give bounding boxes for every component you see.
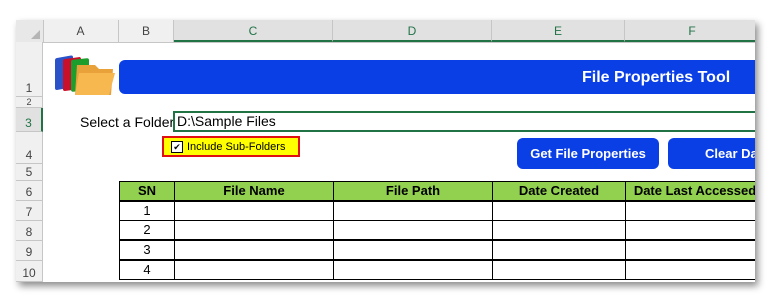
row-header-3[interactable]: 3 [16, 108, 43, 132]
folder-path-input[interactable]: D:\Sample Files [173, 111, 755, 132]
sn-cell[interactable]: 1 [119, 201, 175, 221]
sn-cell[interactable]: 3 [119, 240, 175, 260]
header-file-name: File Name [174, 181, 334, 201]
file-name-cell[interactable] [174, 220, 334, 240]
file-path-cell[interactable] [333, 220, 493, 240]
row-number: 3 [25, 116, 32, 130]
row-header-7[interactable]: 7 [16, 201, 43, 221]
row-number: 10 [22, 266, 36, 280]
date-accessed-cell[interactable] [625, 220, 755, 240]
column-header-c[interactable]: C [174, 20, 333, 42]
row-number: 7 [25, 205, 33, 219]
row-header-9[interactable]: 9 [16, 241, 43, 261]
column-header-a[interactable]: A [43, 20, 119, 42]
select-all-corner[interactable] [16, 20, 44, 42]
select-all-triangle-icon [31, 30, 40, 39]
row-number: 9 [25, 245, 33, 259]
clear-data-button[interactable]: Clear Da [668, 138, 755, 169]
header-file-path: File Path [333, 181, 493, 201]
header-date-created: Date Created [492, 181, 626, 201]
row-number: 6 [25, 185, 33, 199]
row-header-6[interactable]: 6 [16, 181, 43, 201]
header-sn: SN [119, 181, 175, 201]
sn-cell[interactable]: 4 [119, 260, 175, 280]
row-number: 1 [25, 81, 33, 95]
include-subfolders-checkbox[interactable]: ✔ [171, 140, 183, 153]
row-number: 8 [25, 225, 33, 239]
file-name-cell[interactable] [174, 240, 334, 260]
date-created-cell[interactable] [492, 260, 626, 280]
row-header-2[interactable]: 2 [16, 97, 43, 108]
row-number: 2 [26, 96, 32, 107]
row-number: 5 [25, 165, 33, 179]
header-date-last-accessed: Date Last Accessed [625, 181, 755, 201]
folders-icon [55, 55, 115, 95]
column-header-b[interactable]: B [119, 20, 174, 42]
row-header-4[interactable]: 4 [16, 132, 43, 164]
date-accessed-cell[interactable] [625, 260, 755, 280]
select-folder-label: Select a Folder [80, 114, 175, 130]
spreadsheet-window: A B C D E F 1 2 3 4 5 6 7 8 9 10 File Pr… [16, 20, 755, 282]
sn-cell[interactable]: 2 [119, 220, 175, 240]
file-path-cell[interactable] [333, 201, 493, 221]
file-path-cell[interactable] [333, 240, 493, 260]
get-file-properties-button[interactable]: Get File Properties [517, 138, 659, 169]
row-header-1[interactable]: 1 [16, 42, 43, 97]
row-header-10[interactable]: 10 [16, 261, 43, 282]
column-header-e[interactable]: E [492, 20, 625, 42]
date-accessed-cell[interactable] [625, 240, 755, 260]
file-path-cell[interactable] [333, 260, 493, 280]
include-subfolders-option[interactable]: ✔ Include Sub-Folders [162, 136, 300, 157]
date-created-cell[interactable] [492, 220, 626, 240]
date-created-cell[interactable] [492, 201, 626, 221]
banner-title: File Properties Tool [582, 69, 731, 86]
column-header-row: A B C D E F [16, 20, 755, 43]
file-name-cell[interactable] [174, 201, 334, 221]
include-subfolders-label: Include Sub-Folders [187, 140, 286, 153]
column-header-d[interactable]: D [333, 20, 492, 42]
file-name-cell[interactable] [174, 260, 334, 280]
date-accessed-cell[interactable] [625, 201, 755, 221]
date-created-cell[interactable] [492, 240, 626, 260]
row-header-8[interactable]: 8 [16, 221, 43, 241]
column-header-f[interactable]: F [625, 20, 755, 42]
row-number: 4 [25, 148, 33, 162]
row-header-5[interactable]: 5 [16, 164, 43, 181]
